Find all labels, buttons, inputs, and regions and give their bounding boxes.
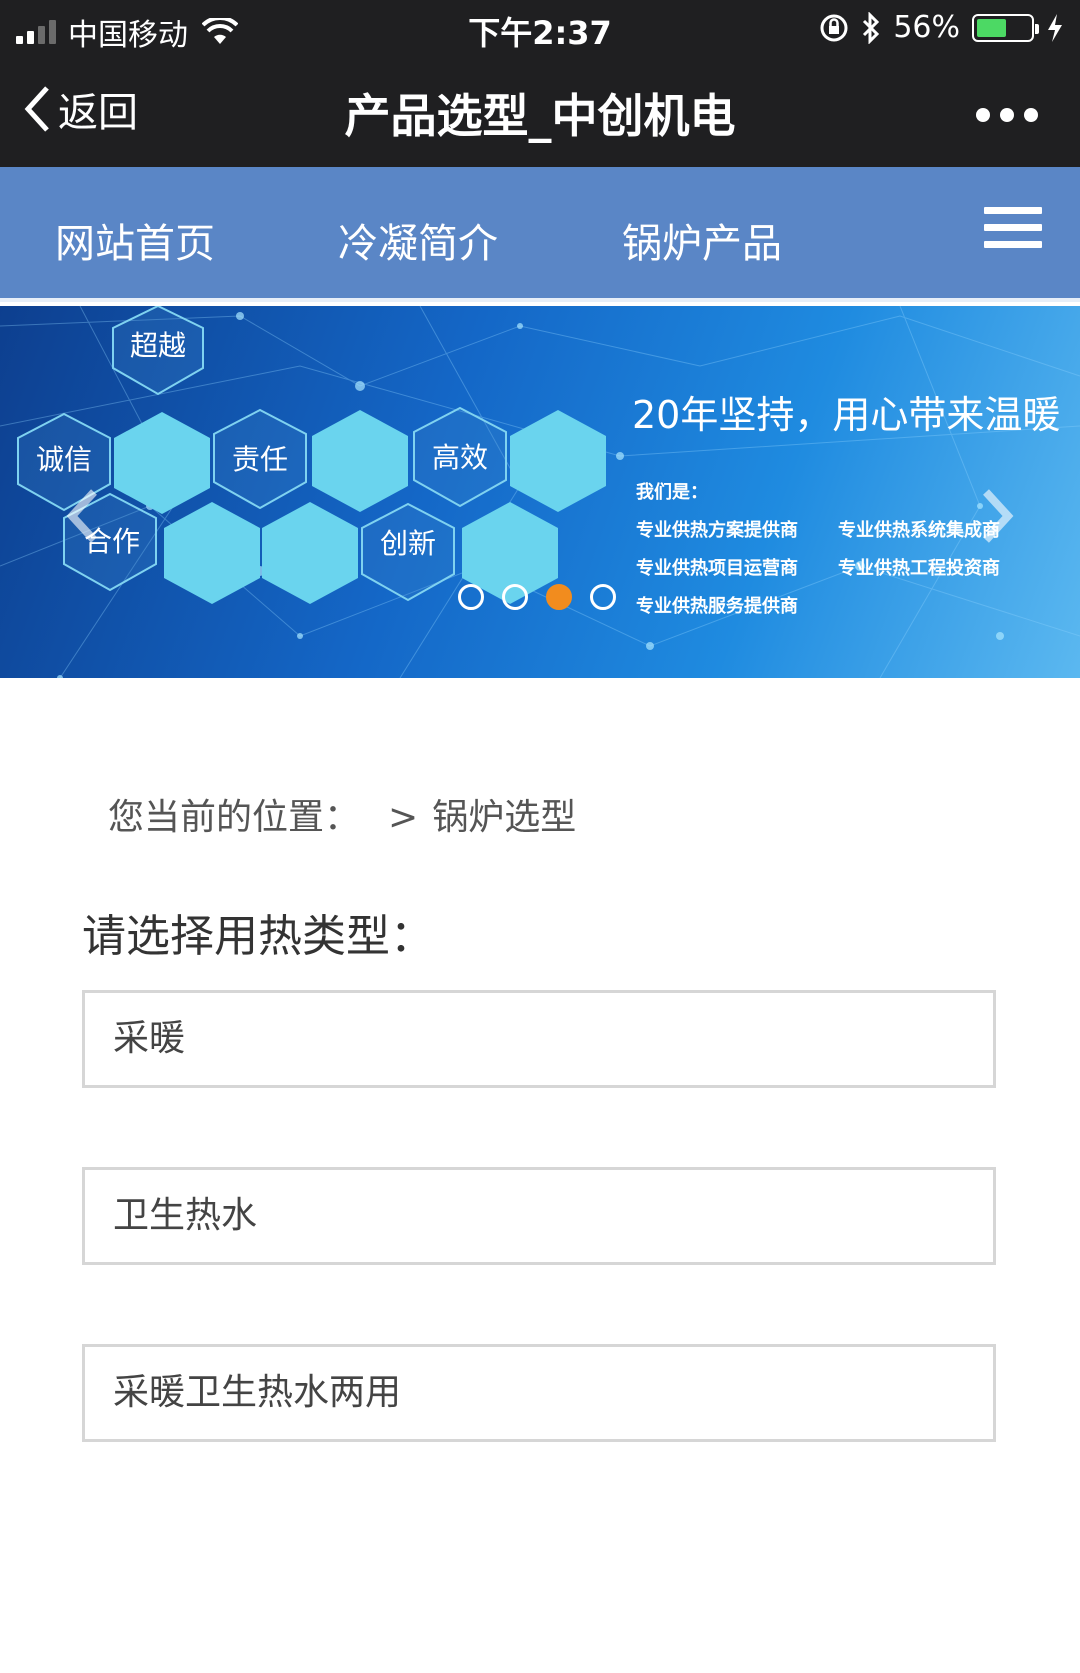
banner-hex-label: 超越 xyxy=(130,329,187,362)
banner-feature: 专业供热系统集成商 xyxy=(838,520,1000,541)
more-dot-icon xyxy=(1000,108,1014,122)
carousel-dots xyxy=(458,584,616,610)
banner-feature: 专业供热项目运营商 xyxy=(636,558,798,579)
battery-icon xyxy=(972,13,1039,42)
heat-type-option-dual-use[interactable]: 采暖卫生热水两用 xyxy=(82,1344,996,1442)
orientation-lock-icon xyxy=(820,14,848,41)
carousel-dot[interactable] xyxy=(590,584,616,610)
heat-type-option-heating[interactable]: 采暖 xyxy=(82,990,996,1088)
charging-icon xyxy=(1048,13,1062,42)
chevron-right-icon[interactable] xyxy=(978,486,1018,546)
chevron-left-icon[interactable] xyxy=(62,486,102,546)
banner-intro: 我们是： xyxy=(636,482,708,503)
banner-hex-label: 诚信 xyxy=(36,443,93,476)
more-dot-icon xyxy=(1024,108,1038,122)
carousel-dot[interactable] xyxy=(546,584,572,610)
carousel-dot[interactable] xyxy=(502,584,528,610)
banner-hex-label: 创新 xyxy=(380,527,437,560)
title-bar: 返回 产品选型_中创机电 xyxy=(0,58,1080,167)
nav-item-boiler-products[interactable]: 锅炉产品 xyxy=(622,211,782,269)
banner-feature: 专业供热服务提供商 xyxy=(636,596,798,617)
heat-type-option-hot-water[interactable]: 卫生热水 xyxy=(82,1167,996,1265)
banner-feature: 专业供热方案提供商 xyxy=(636,520,798,541)
nav-item-home[interactable]: 网站首页 xyxy=(55,211,215,269)
banner-hex-label: 责任 xyxy=(232,443,289,476)
more-options-button[interactable] xyxy=(976,108,1038,122)
top-bar: 中国移动 下午2:37 56% 返回 产品选型_中创机电 xyxy=(0,0,1080,167)
battery-percent: 56% xyxy=(893,10,960,45)
breadcrumb-current[interactable]: 锅炉选型 xyxy=(432,797,576,838)
nav-item-condensing-intro[interactable]: 冷凝简介 xyxy=(338,211,498,269)
bluetooth-icon xyxy=(863,11,880,44)
banner-carousel[interactable]: 超越 诚信 责任 高效 合作 创新 20年坚持，用心带来温暖 我们是： 专业供热… xyxy=(0,306,1080,678)
breadcrumb-prefix: 您当前的位置： xyxy=(108,797,361,838)
status-bar: 中国移动 下午2:37 56% xyxy=(0,0,1080,58)
banner-slogan: 20年坚持，用心带来温暖 xyxy=(632,393,1061,437)
site-nav: 网站首页 冷凝简介 锅炉产品 xyxy=(0,167,1080,302)
carousel-dot[interactable] xyxy=(458,584,484,610)
banner-feature: 专业供热工程投资商 xyxy=(838,558,1000,579)
page-title: 产品选型_中创机电 xyxy=(344,89,736,143)
status-right: 56% xyxy=(819,10,1064,45)
breadcrumb: 您当前的位置： > 锅炉选型 xyxy=(108,788,576,840)
more-dot-icon xyxy=(976,108,990,122)
hamburger-menu-icon[interactable] xyxy=(984,207,1042,251)
banner-hex-label: 高效 xyxy=(432,441,489,474)
breadcrumb-separator: > xyxy=(388,797,419,838)
heat-type-title: 请选择用热类型： xyxy=(82,911,434,962)
